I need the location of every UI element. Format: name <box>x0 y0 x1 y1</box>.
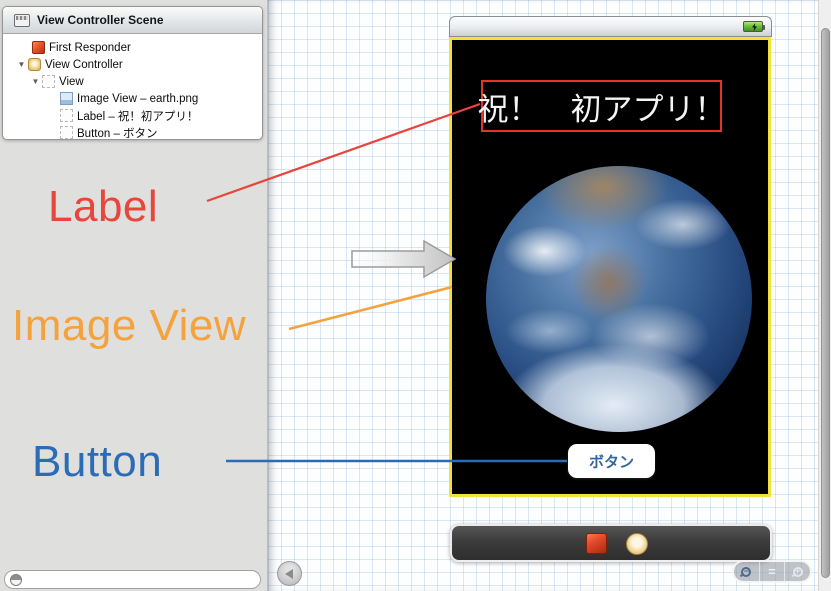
scene-icon <box>14 14 30 27</box>
zoom-out-icon: − <box>741 567 751 577</box>
dock-first-responder-icon[interactable] <box>586 533 607 554</box>
first-responder-icon <box>32 41 45 54</box>
image-view-annotation-text: Image View <box>12 301 246 351</box>
zoom-out-button[interactable]: − <box>734 562 759 581</box>
zoom-controls: − = + <box>732 560 812 583</box>
view-icon <box>42 75 55 88</box>
battery-icon <box>743 21 763 32</box>
earth-image-view[interactable] <box>486 166 752 432</box>
outline-item-button[interactable]: Button – ボタン <box>3 124 262 140</box>
button-icon <box>60 126 73 139</box>
chevron-left-icon <box>285 569 293 579</box>
image-view-icon <box>60 92 73 105</box>
outline-item-view[interactable]: ▼ View <box>3 73 262 90</box>
outline-item-image-view[interactable]: Image View – earth.png <box>3 90 262 107</box>
outline-tree: First Responder ▼ View Controller ▼ View… <box>3 34 262 140</box>
outline-item-first-responder[interactable]: First Responder <box>3 39 262 56</box>
button-annotation-text: Button <box>32 437 162 487</box>
label-annotation-text: Label <box>48 182 158 232</box>
scene-titlebar[interactable] <box>449 16 772 37</box>
zoom-actual-size-button[interactable]: = <box>759 562 785 581</box>
label-icon <box>60 109 73 122</box>
view-controller-icon <box>28 58 41 71</box>
scene-dock <box>450 524 772 562</box>
vertical-scrollbar-track[interactable] <box>818 0 831 591</box>
zoom-in-icon: + <box>793 567 803 577</box>
outline-toggle-button[interactable] <box>277 561 302 586</box>
interface-builder-window: View Controller Scene First Responder ▼ … <box>0 0 831 591</box>
dock-view-controller-icon[interactable] <box>626 533 648 555</box>
zoom-actual-icon: = <box>768 564 776 579</box>
disclosure-triangle-icon[interactable]: ▼ <box>29 77 42 86</box>
zoom-in-button[interactable]: + <box>784 562 810 581</box>
outline-item-view-controller[interactable]: ▼ View Controller <box>3 56 262 73</box>
filter-field[interactable] <box>4 570 261 589</box>
scene-outline-panel: View Controller Scene First Responder ▼ … <box>2 6 263 140</box>
filter-icon <box>10 574 22 586</box>
lightning-icon <box>751 23 758 31</box>
scene-panel-title: View Controller Scene <box>37 13 164 27</box>
selected-label[interactable]: 祝！ 初アプリ！ <box>481 80 722 132</box>
scene-button[interactable]: ボタン <box>568 444 655 478</box>
vertical-scrollbar-thumb[interactable] <box>821 28 830 578</box>
outline-item-label[interactable]: Label – 祝！初アプリ！ <box>3 107 262 124</box>
scene-panel-header: View Controller Scene <box>3 7 262 34</box>
disclosure-triangle-icon[interactable]: ▼ <box>15 60 28 69</box>
